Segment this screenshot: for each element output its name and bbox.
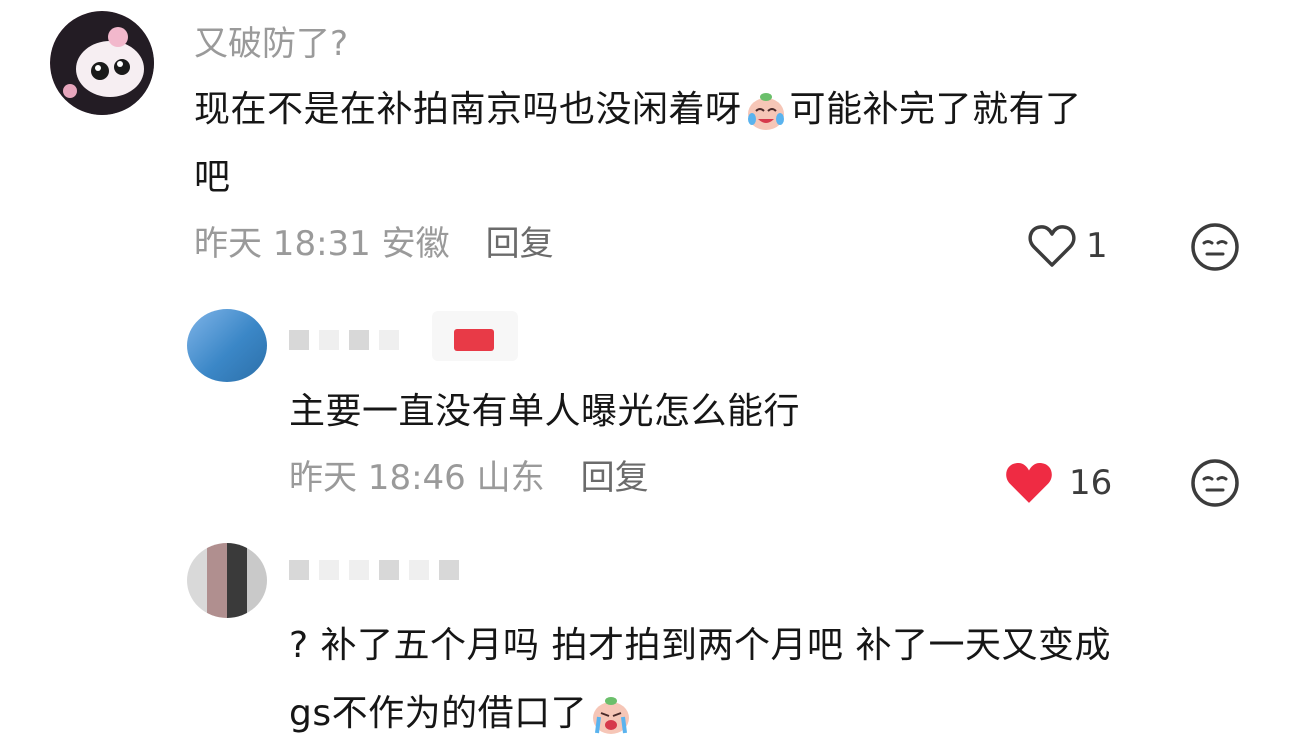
comment-text-part: gs不作为的借口了 bbox=[289, 693, 588, 734]
crying-emoji bbox=[593, 697, 630, 734]
avatar-blurred[interactable] bbox=[187, 543, 267, 618]
comment-thread: 又破防了? 现在不是在补拍南京吗也没闲着呀 可能补完了就有了 吧 昨天 18:31… bbox=[0, 0, 1290, 754]
comment-text-line1: ? 补了五个月吗 拍才拍到两个月吧 补了一天又变成 bbox=[289, 625, 1111, 666]
like-count: 1 bbox=[1086, 226, 1108, 266]
comment-text: 现在不是在补拍南京吗也没闲着呀 可能补完了就有了 bbox=[194, 76, 1082, 144]
comment-text-line2: gs不作为的借口了 bbox=[289, 680, 635, 748]
username-masked[interactable] bbox=[289, 560, 459, 580]
like-button[interactable]: 16 bbox=[1003, 460, 1112, 506]
face-emoji-icon bbox=[1191, 223, 1239, 271]
avatar[interactable] bbox=[50, 11, 154, 115]
reply-button[interactable]: 回复 bbox=[486, 224, 554, 264]
comment-meta: 昨天 18:31 安徽 回复 bbox=[194, 224, 554, 264]
kuromi-avatar-icon bbox=[50, 11, 154, 115]
emoji-reaction-button[interactable] bbox=[1190, 458, 1240, 512]
heart-outline-icon bbox=[1028, 225, 1076, 267]
crying-laughing-emoji bbox=[747, 93, 784, 130]
username[interactable]: 又破防了? bbox=[194, 24, 348, 64]
avatar-blurred[interactable] bbox=[187, 309, 267, 382]
user-badge-mark bbox=[454, 329, 494, 351]
comment-text-part1: 现在不是在补拍南京吗也没闲着呀 bbox=[194, 89, 742, 130]
face-emoji-icon bbox=[1191, 459, 1239, 507]
reply-button[interactable]: 回复 bbox=[581, 458, 649, 498]
like-button[interactable]: 1 bbox=[1028, 224, 1108, 268]
heart-filled-icon bbox=[1006, 462, 1052, 503]
timestamp-location: 昨天 18:31 安徽 bbox=[194, 224, 450, 264]
comment-meta: 昨天 18:46 山东 回复 bbox=[289, 458, 649, 498]
like-count: 16 bbox=[1069, 463, 1113, 503]
username-masked[interactable] bbox=[289, 330, 399, 350]
comment-text: 主要一直没有单人曝光怎么能行 bbox=[289, 391, 801, 432]
timestamp-location: 昨天 18:46 山东 bbox=[289, 458, 545, 498]
comment-text-part2: 可能补完了就有了 bbox=[789, 89, 1082, 130]
comment-text-line2: 吧 bbox=[194, 157, 231, 198]
emoji-reaction-button[interactable] bbox=[1190, 222, 1240, 276]
